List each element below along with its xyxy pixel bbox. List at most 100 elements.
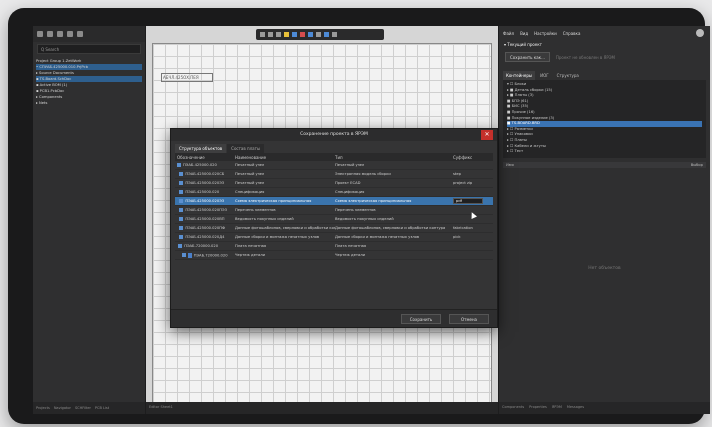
select-icon[interactable]: [276, 32, 281, 37]
table-row[interactable]: ПЭАБ.720000.020 Чертеж детали Чертеж дет…: [175, 251, 493, 260]
tab-structure[interactable]: Структура: [554, 71, 582, 80]
row-type: Схема электрическая принципиальная: [335, 199, 412, 203]
row-type: Данные фотошаблонов, сверловки и обработ…: [335, 226, 446, 230]
close-icon[interactable]: ✕: [481, 130, 493, 140]
table-header: Обозначение Наименование Тип Суффикс: [175, 153, 493, 161]
drawing-stamp: АБЧЛ.425ОХ.ПЕЯ: [161, 73, 213, 82]
projects-panel: Q Search Project Group 1.ZetWork • СПУАБ…: [33, 26, 146, 414]
menu-file[interactable]: Файл: [503, 31, 514, 36]
tab-containers[interactable]: Контейнеры: [503, 71, 536, 80]
shape-icon[interactable]: [332, 32, 337, 37]
save-as-button[interactable]: Сохранить как...: [505, 52, 550, 62]
col-suffix[interactable]: Суффикс: [453, 155, 491, 160]
row-code: ПЭАБ.425000.020: [185, 190, 220, 194]
table-row[interactable]: ПЭАБ.425000.020Э3 Печатный узел Проект E…: [175, 179, 493, 188]
row-code: ПЭАБ.425000.020ПФ: [185, 226, 226, 230]
suffix-select[interactable]: pdf: [453, 198, 483, 204]
add-icon[interactable]: [268, 32, 273, 37]
tab-yarem[interactable]: ЯРЭМ: [552, 405, 562, 411]
row-type: Плата печатная: [335, 244, 367, 248]
row-name: Спецификация: [235, 190, 265, 194]
menu-help[interactable]: Справка: [563, 31, 581, 36]
save-button[interactable]: Сохранить: [401, 314, 441, 324]
row-type: Проект ECAD: [335, 181, 361, 185]
tab-components[interactable]: Components: [502, 405, 524, 411]
col-designation[interactable]: Обозначение: [175, 155, 235, 160]
object-list-header: Имя Выбор: [503, 162, 706, 168]
tab-iog[interactable]: ИОГ: [537, 71, 552, 80]
row-code: ПЭАБ.425000.020Э3: [185, 199, 225, 203]
table-row[interactable]: ПЭАБ.425000.020 Спецификация Спецификаци…: [175, 188, 493, 197]
row-type: Данные сборки и монтажа печатных узлов: [335, 235, 420, 239]
filter-icon[interactable]: [260, 32, 265, 37]
checkbox[interactable]: [179, 172, 184, 176]
bus-icon[interactable]: [324, 32, 329, 37]
row-code: ПЭАБ.425000.020ВП: [185, 217, 225, 221]
avatar[interactable]: [696, 29, 704, 37]
tab-projects[interactable]: Projects: [36, 406, 50, 410]
row-name: Ведомость покупных изделий: [235, 217, 294, 221]
row-type: Электронная модель сборки: [335, 172, 391, 176]
table-row[interactable]: ПЭАБ.425000.020ПФ Данные фотошаблонов, с…: [175, 224, 493, 233]
row-type: Перечень элементов: [335, 208, 376, 212]
menu-settings[interactable]: Настройки: [534, 31, 557, 36]
tab-board-composition[interactable]: Состав платы: [227, 144, 265, 153]
checkbox[interactable]: [179, 226, 184, 230]
checkbox[interactable]: [179, 217, 184, 221]
current-project-header[interactable]: ▾ Текущий проект: [499, 40, 710, 49]
cancel-button[interactable]: Отмена: [449, 314, 489, 324]
port-icon[interactable]: [308, 32, 313, 37]
tab-navigator[interactable]: Navigator: [54, 406, 71, 410]
gear-icon[interactable]: [77, 31, 83, 37]
row-code: ПЭАБ.425000.020ПЭ3: [185, 208, 227, 212]
tree-item[interactable]: ▸ Nets: [36, 100, 142, 106]
container-tabs: Контейнеры ИОГ Структура: [499, 65, 710, 80]
col-type[interactable]: Тип: [335, 155, 453, 160]
text-icon[interactable]: [316, 32, 321, 37]
checkbox[interactable]: [177, 163, 181, 167]
left-bottom-tabs: Projects Navigator SCHFilter PCB List: [33, 402, 145, 414]
col-name[interactable]: Имя: [506, 163, 514, 167]
panel-menu: Файл Вид Настройки Справка: [499, 26, 710, 40]
dialog-tabs: Структура объектов Состав платы: [171, 141, 497, 153]
save-icon[interactable]: [57, 31, 63, 37]
checkbox[interactable]: [179, 235, 184, 239]
table-row[interactable]: ПЭАБ.720000.020 Плата печатная Плата печ…: [175, 242, 493, 251]
menu-icon[interactable]: [37, 31, 43, 37]
tab-messages[interactable]: Messages: [567, 405, 584, 411]
table-row[interactable]: ПЭАБ.425000.020ПЭ3 Перечень элементов Пе…: [175, 206, 493, 215]
checkbox[interactable]: [181, 253, 186, 257]
project-tree: Project Group 1.ZetWork • СПУАБ.425000.0…: [33, 56, 145, 108]
refresh-icon[interactable]: [67, 31, 73, 37]
tab-object-structure[interactable]: Структура объектов: [175, 144, 227, 153]
tab-properties[interactable]: Properties: [529, 405, 547, 411]
project-status-note: Проект не обновлен в ЯРЭМ: [555, 54, 615, 60]
save-project-dialog: Сохранение проекта в ЯРЭМ ✕ Структура об…: [170, 128, 498, 328]
checkbox[interactable]: [179, 181, 184, 185]
checkbox[interactable]: [179, 190, 184, 194]
checkbox[interactable]: [179, 208, 184, 212]
row-code: ПЭАБ.425000.020СБ: [185, 172, 225, 176]
table-row[interactable]: ПЭАБ.425000.020СБ Печатный узел Электрон…: [175, 170, 493, 179]
checkbox[interactable]: [179, 199, 184, 203]
search-input[interactable]: Q Search: [37, 44, 141, 54]
move-icon[interactable]: [284, 32, 289, 37]
checkbox[interactable]: [178, 244, 183, 248]
table-row[interactable]: ПЭАБ.425000.020 Печатный узел Печатный у…: [175, 161, 493, 170]
container-tree: ▾ ☐ Блоки ▸ ■ Деталь сборки (15) ▸ ■ Пла…: [503, 80, 706, 158]
net-icon[interactable]: [300, 32, 305, 37]
col-select[interactable]: Выбор: [691, 163, 703, 167]
wire-icon[interactable]: [292, 32, 297, 37]
table-row[interactable]: ПЭАБ.425000.020Д4 Данные сборки и монтаж…: [175, 233, 493, 242]
col-name[interactable]: Наименование: [235, 155, 335, 160]
folder-icon[interactable]: [47, 31, 53, 37]
row-type: Печатный узел: [335, 163, 365, 167]
table-row-selected[interactable]: ПЭАБ.425000.020Э3 Схема электрическая пр…: [175, 197, 493, 206]
tab-schfilter[interactable]: SCHFilter: [75, 406, 91, 410]
row-code: ПЭАБ.425000.020: [183, 163, 217, 167]
screen: Q Search Project Group 1.ZetWork • СПУАБ…: [33, 26, 710, 414]
tab-pcblist[interactable]: PCB List: [95, 406, 109, 410]
tree-item[interactable]: ▸ ☐ Тест: [507, 149, 702, 155]
menu-view[interactable]: Вид: [520, 31, 528, 36]
table-row[interactable]: ПЭАБ.425000.020ВП Ведомость покупных изд…: [175, 215, 493, 224]
